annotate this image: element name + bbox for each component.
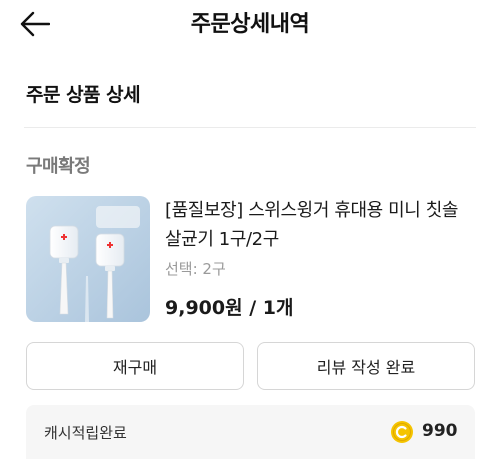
page-title: 주문상세내역 [190,12,310,37]
order-status: 구매확정 [26,156,91,177]
product-thumbnail-image[interactable] [26,196,150,322]
divider [24,127,476,128]
product-name[interactable]: [품질보장] 스위스윙거 휴대용 미니 칫솔 살균기 1구/2구 [165,196,475,254]
product-price: 9,900원 / 1개 [165,297,294,319]
rebuy-button[interactable]: 재구매 [26,342,244,390]
product-info: [품질보장] 스위스윙거 휴대용 미니 칫솔 살균기 1구/2구 선택: 2구 … [165,196,475,320]
cash-reward-label: 캐시적립완료 [44,424,127,442]
product-option: 선택: 2구 [165,260,226,278]
app-header: 주문상세내역 [0,0,500,48]
cash-reward-amount: 990 [422,421,458,441]
cash-reward-row: 캐시적립완료 990 [26,405,475,459]
cash-coin-icon [391,421,413,443]
section-title: 주문 상품 상세 [26,84,141,106]
review-complete-button[interactable]: 리뷰 작성 완료 [257,342,475,390]
